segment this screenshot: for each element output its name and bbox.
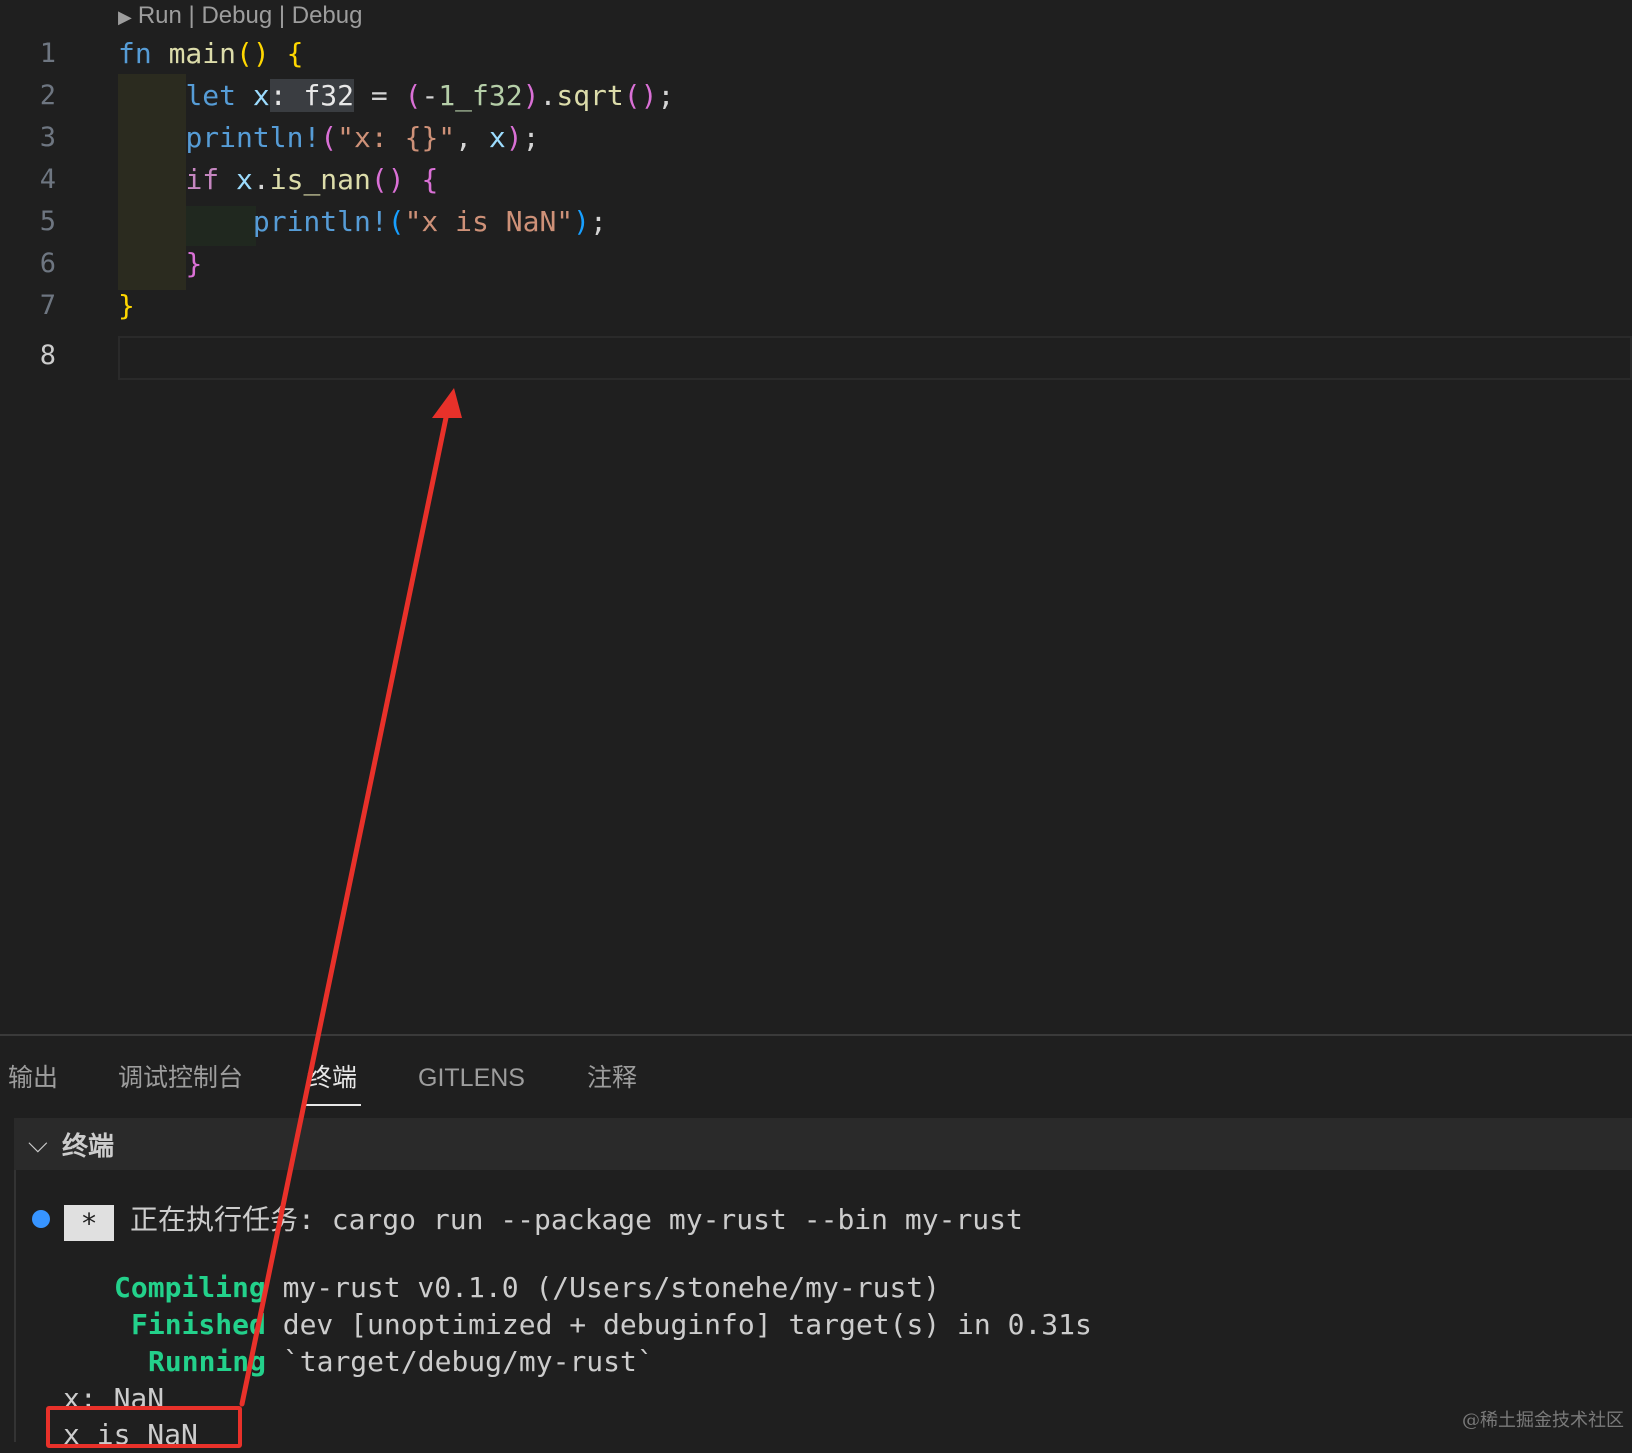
annotation-arrow	[239, 388, 462, 1407]
watermark: @稀土掘金技术社区	[1462, 1410, 1624, 1431]
